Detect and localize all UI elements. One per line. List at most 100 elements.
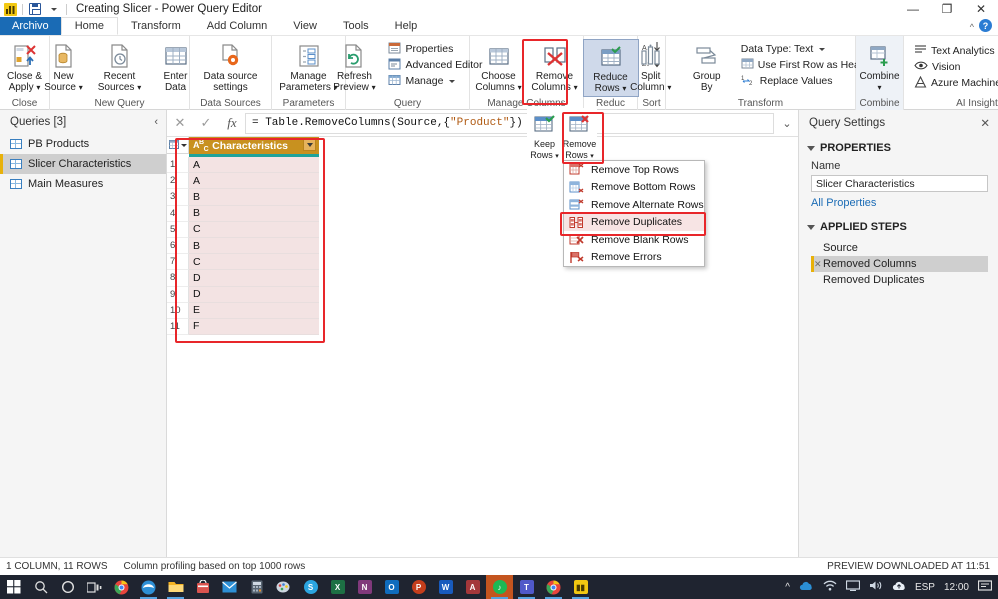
- cell-characteristics[interactable]: D: [189, 286, 319, 303]
- onedrive-icon[interactable]: [799, 581, 814, 594]
- maximize-button[interactable]: ❐: [930, 0, 964, 18]
- text-analytics-button[interactable]: Text Analytics: [911, 43, 998, 59]
- select-all-columns-button[interactable]: [167, 137, 189, 154]
- formula-expand-icon[interactable]: ⌄: [776, 117, 798, 130]
- volume-icon[interactable]: [869, 580, 883, 594]
- tab-view[interactable]: View: [280, 17, 330, 35]
- cloud-icon[interactable]: [892, 581, 906, 594]
- tray-expand-icon[interactable]: ^: [785, 582, 790, 593]
- cell-characteristics[interactable]: D: [189, 270, 319, 287]
- teams-icon[interactable]: T: [513, 575, 540, 599]
- cell-characteristics[interactable]: B: [189, 189, 319, 206]
- spotify-icon[interactable]: ♪: [486, 575, 513, 599]
- formula-input[interactable]: = Table.RemoveColumns(Source,{"Product"}…: [245, 112, 774, 134]
- tab-tools[interactable]: Tools: [330, 17, 382, 35]
- minimize-button[interactable]: —: [896, 0, 930, 18]
- menu-item-remove-top-rows[interactable]: Remove Top Rows: [564, 161, 704, 179]
- power-bi-icon[interactable]: ▮▮: [567, 575, 594, 599]
- skype-icon[interactable]: S: [297, 575, 324, 599]
- cell-characteristics[interactable]: C: [189, 254, 319, 271]
- task-view-icon[interactable]: [81, 575, 108, 599]
- cell-characteristics[interactable]: E: [189, 302, 319, 319]
- file-explorer-icon[interactable]: [162, 575, 189, 599]
- edge-icon[interactable]: [135, 575, 162, 599]
- help-icon[interactable]: ?: [979, 19, 992, 32]
- split-column-button[interactable]: Split Column ▾: [623, 39, 679, 95]
- cell-characteristics[interactable]: A: [189, 157, 319, 174]
- query-item-pb-products[interactable]: PB Products: [0, 134, 166, 154]
- query-item-main-measures[interactable]: Main Measures: [0, 174, 166, 194]
- step-removed-columns[interactable]: ✕ Removed Columns: [811, 256, 988, 272]
- menu-item-remove-alternate-rows[interactable]: Remove Alternate Rows: [564, 196, 704, 214]
- close-button[interactable]: ✕: [964, 0, 998, 18]
- cell-characteristics[interactable]: B: [189, 205, 319, 222]
- access-icon[interactable]: A: [459, 575, 486, 599]
- excel-icon[interactable]: X: [324, 575, 351, 599]
- group-by-button[interactable]: Group By: [679, 39, 735, 95]
- choose-columns-button[interactable]: Choose Columns ▾: [471, 39, 527, 95]
- menu-item-remove-blank-rows[interactable]: Remove Blank Rows: [564, 231, 704, 249]
- paint-icon[interactable]: [270, 575, 297, 599]
- menu-item-remove-errors[interactable]: Remove Errors: [564, 249, 704, 267]
- properties-section-header[interactable]: PROPERTIES: [799, 136, 998, 158]
- cell-characteristics[interactable]: C: [189, 221, 319, 238]
- table-row[interactable]: 10 E: [167, 302, 798, 319]
- word-icon[interactable]: W: [432, 575, 459, 599]
- clock[interactable]: 12:00: [944, 582, 969, 593]
- table-row[interactable]: 8D: [167, 270, 798, 287]
- search-icon[interactable]: [27, 575, 54, 599]
- vision-button[interactable]: Vision: [911, 59, 998, 75]
- chevron-left-icon[interactable]: ‹: [154, 116, 158, 128]
- collapse-ribbon-icon[interactable]: ^: [970, 22, 974, 32]
- query-name-input[interactable]: Slicer Characteristics: [811, 175, 988, 192]
- calculator-icon[interactable]: [243, 575, 270, 599]
- formula-accept-button[interactable]: ✓: [193, 110, 219, 136]
- table-row[interactable]: 9D: [167, 286, 798, 303]
- step-removed-duplicates[interactable]: Removed Duplicates: [811, 272, 988, 288]
- refresh-preview-button[interactable]: Refresh Preview ▾: [326, 39, 382, 95]
- start-icon[interactable]: [0, 575, 27, 599]
- data-source-settings-button[interactable]: Data source settings: [193, 39, 269, 95]
- cell-characteristics[interactable]: F: [189, 318, 319, 336]
- chrome2-icon[interactable]: [540, 575, 567, 599]
- new-source-button[interactable]: New Source ▾: [36, 39, 92, 95]
- tab-transform[interactable]: Transform: [118, 17, 194, 35]
- query-item-slicer-characteristics[interactable]: Slicer Characteristics: [0, 154, 166, 174]
- remove-rows-button[interactable]: Remove Rows ▾: [562, 108, 597, 164]
- combine-button[interactable]: Combine ▾: [858, 39, 902, 95]
- mail-icon[interactable]: [216, 575, 243, 599]
- microsoft-store-icon[interactable]: [189, 575, 216, 599]
- outlook-icon[interactable]: O: [378, 575, 405, 599]
- cortana-icon[interactable]: [54, 575, 81, 599]
- cell-characteristics[interactable]: A: [189, 173, 319, 190]
- notification-icon[interactable]: [977, 579, 993, 595]
- status-profiling[interactable]: Column profiling based on top 1000 rows: [124, 561, 306, 572]
- onenote-icon[interactable]: N: [351, 575, 378, 599]
- cell-characteristics[interactable]: B: [189, 237, 319, 255]
- menu-item-remove-bottom-rows[interactable]: Remove Bottom Rows: [564, 179, 704, 197]
- tab-archivo[interactable]: Archivo: [0, 17, 61, 35]
- applied-steps-section-header[interactable]: APPLIED STEPS: [799, 211, 998, 237]
- keep-rows-button[interactable]: Keep Rows ▾: [527, 108, 562, 164]
- qat-customize-icon[interactable]: [47, 2, 61, 16]
- close-icon[interactable]: ✕: [980, 116, 990, 130]
- table-row[interactable]: 11 F: [167, 318, 798, 336]
- chrome-icon[interactable]: [108, 575, 135, 599]
- menu-item-remove-duplicates[interactable]: Remove Duplicates: [564, 213, 704, 231]
- all-properties-link[interactable]: All Properties: [799, 192, 998, 211]
- column-filter-button[interactable]: [303, 139, 316, 151]
- formula-cancel-button[interactable]: ✕: [167, 110, 193, 136]
- language-indicator[interactable]: ESP: [915, 582, 935, 593]
- save-icon[interactable]: [28, 2, 42, 16]
- network-icon[interactable]: [823, 580, 837, 594]
- recent-sources-button[interactable]: Recent Sources ▾: [92, 39, 148, 95]
- remove-columns-button[interactable]: Remove Columns ▾: [527, 39, 583, 95]
- display-icon[interactable]: [845, 580, 861, 594]
- tab-help[interactable]: Help: [382, 17, 431, 35]
- tab-add-column[interactable]: Add Column: [194, 17, 281, 35]
- azure-ml-button[interactable]: Azure Machine Learning: [911, 75, 998, 91]
- column-header-characteristics[interactable]: ABC Characteristics: [189, 137, 319, 154]
- delete-step-icon[interactable]: ✕: [814, 259, 822, 270]
- tab-home[interactable]: Home: [60, 17, 119, 35]
- step-source[interactable]: Source: [811, 240, 988, 256]
